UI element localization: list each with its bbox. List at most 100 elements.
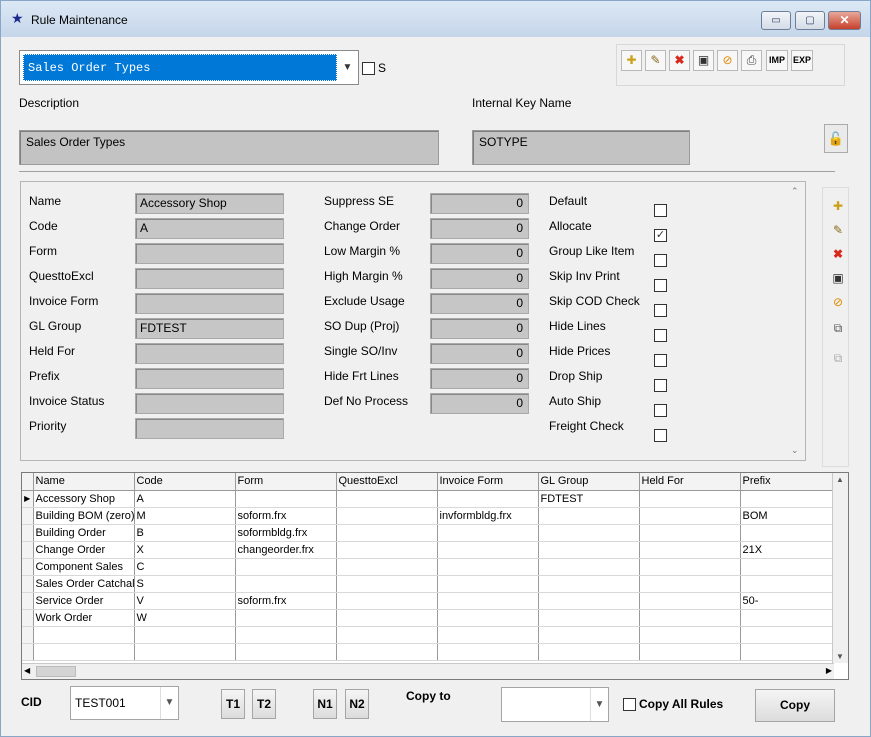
- copy-to-select[interactable]: ▼: [501, 687, 609, 722]
- so-dup-field[interactable]: 0: [430, 318, 529, 339]
- table-row[interactable]: [22, 643, 835, 661]
- change-order-field[interactable]: 0: [430, 218, 529, 239]
- table-row[interactable]: Change Order X changeorder.frx 21X: [22, 541, 835, 559]
- table-cell[interactable]: [437, 609, 539, 627]
- n2-button[interactable]: N2: [345, 689, 369, 719]
- cancel-icon[interactable]: ⊘: [828, 292, 848, 312]
- table-cell[interactable]: [437, 626, 539, 644]
- table-cell[interactable]: [538, 626, 640, 644]
- table-cell[interactable]: M: [134, 507, 236, 525]
- unlock-icon[interactable]: 🔓: [824, 124, 848, 153]
- new-icon[interactable]: ✚: [621, 50, 642, 71]
- chevron-down-icon[interactable]: ⌄: [791, 445, 799, 456]
- table-row[interactable]: Component Sales C: [22, 558, 835, 576]
- table-cell[interactable]: [740, 558, 835, 576]
- table-cell[interactable]: X: [134, 541, 236, 559]
- delete-icon[interactable]: ✖: [669, 50, 690, 71]
- chevron-down-icon[interactable]: ▼: [590, 688, 608, 721]
- import-button[interactable]: IMP: [766, 50, 788, 71]
- table-cell[interactable]: [33, 626, 135, 644]
- table-cell[interactable]: W: [134, 609, 236, 627]
- table-row[interactable]: Building Order B soformbldg.frx: [22, 524, 835, 542]
- table-cell[interactable]: [538, 643, 640, 661]
- table-row[interactable]: Building BOM (zero) M soform.frx invform…: [22, 507, 835, 525]
- table-cell[interactable]: A: [134, 490, 236, 508]
- table-cell[interactable]: [740, 490, 835, 508]
- table-cell[interactable]: [639, 524, 741, 542]
- table-cell[interactable]: [740, 643, 835, 661]
- table-cell[interactable]: changeorder.frx: [235, 541, 337, 559]
- close-button[interactable]: ✕: [828, 11, 861, 30]
- auto-ship-checkbox[interactable]: [654, 404, 667, 417]
- invoice-status-field[interactable]: [135, 393, 284, 414]
- save-icon[interactable]: ▣: [693, 50, 714, 71]
- group-like-item-checkbox[interactable]: [654, 254, 667, 267]
- chevron-down-icon[interactable]: ▼: [339, 54, 356, 81]
- table-cell[interactable]: [336, 507, 438, 525]
- hide-lines-checkbox[interactable]: [654, 329, 667, 342]
- table-cell[interactable]: [538, 507, 640, 525]
- chevron-down-icon[interactable]: ▼: [160, 687, 178, 719]
- table-cell[interactable]: [336, 558, 438, 576]
- table-cell[interactable]: B: [134, 524, 236, 542]
- table-cell[interactable]: [336, 575, 438, 593]
- copy-all-rules-checkbox[interactable]: [623, 698, 636, 711]
- edit-icon[interactable]: ✎: [645, 50, 666, 71]
- def-no-process-field[interactable]: 0: [430, 393, 529, 414]
- cid-select[interactable]: TEST001 ▼: [70, 686, 179, 720]
- table-cell[interactable]: [639, 592, 741, 610]
- edit-icon[interactable]: ✎: [828, 220, 848, 240]
- held-for-field[interactable]: [135, 343, 284, 364]
- table-cell[interactable]: S: [134, 575, 236, 593]
- delete-icon[interactable]: ✖: [828, 244, 848, 264]
- skip-cod-check-checkbox[interactable]: [654, 304, 667, 317]
- table-cell[interactable]: [538, 609, 640, 627]
- table-cell[interactable]: [336, 541, 438, 559]
- table-row[interactable]: Work Order W: [22, 609, 835, 627]
- table-cell[interactable]: Accessory Shop: [33, 490, 135, 508]
- table-cell[interactable]: [740, 524, 835, 542]
- scroll-thumb[interactable]: [36, 666, 76, 677]
- column-header[interactable]: Form: [235, 473, 337, 491]
- table-cell[interactable]: [538, 592, 640, 610]
- hide-prices-checkbox[interactable]: [654, 354, 667, 367]
- rule-type-select[interactable]: Sales Order Types ▼: [19, 50, 359, 85]
- grid-vertical-scrollbar[interactable]: ▲ ▼: [832, 473, 848, 663]
- name-field[interactable]: Accessory Shop: [135, 193, 284, 214]
- table-cell[interactable]: Change Order: [33, 541, 135, 559]
- table-cell[interactable]: invformbldg.frx: [437, 507, 539, 525]
- table-cell[interactable]: [740, 609, 835, 627]
- form-field[interactable]: [135, 243, 284, 264]
- code-field[interactable]: A: [135, 218, 284, 239]
- table-cell[interactable]: [235, 490, 337, 508]
- table-cell[interactable]: [639, 643, 741, 661]
- table-cell[interactable]: [639, 626, 741, 644]
- maximize-button[interactable]: ▢: [795, 11, 825, 30]
- table-cell[interactable]: [33, 643, 135, 661]
- table-cell[interactable]: soform.frx: [235, 592, 337, 610]
- table-cell[interactable]: [437, 490, 539, 508]
- table-cell[interactable]: [134, 626, 236, 644]
- table-cell[interactable]: [235, 626, 337, 644]
- invoice-form-field[interactable]: [135, 293, 284, 314]
- column-header[interactable]: GL Group: [538, 473, 640, 491]
- cancel-icon[interactable]: ⊘: [717, 50, 738, 71]
- column-header[interactable]: QuesttoExcl: [336, 473, 438, 491]
- table-cell[interactable]: Sales Order Catchall: [33, 575, 135, 593]
- single-so-inv-field[interactable]: 0: [430, 343, 529, 364]
- table-cell[interactable]: soformbldg.frx: [235, 524, 337, 542]
- table-cell[interactable]: [134, 643, 236, 661]
- table-cell[interactable]: 50-: [740, 592, 835, 610]
- table-cell[interactable]: [235, 558, 337, 576]
- export-button[interactable]: EXP: [791, 50, 813, 71]
- table-cell[interactable]: [639, 609, 741, 627]
- suppress-se-field[interactable]: 0: [430, 193, 529, 214]
- table-cell[interactable]: [336, 490, 438, 508]
- table-cell[interactable]: [437, 524, 539, 542]
- questtoexcl-field[interactable]: [135, 268, 284, 289]
- column-header[interactable]: Code: [134, 473, 236, 491]
- prefix-field[interactable]: [135, 368, 284, 389]
- table-cell[interactable]: [336, 626, 438, 644]
- table-cell[interactable]: [336, 643, 438, 661]
- copy-button[interactable]: Copy: [755, 689, 835, 722]
